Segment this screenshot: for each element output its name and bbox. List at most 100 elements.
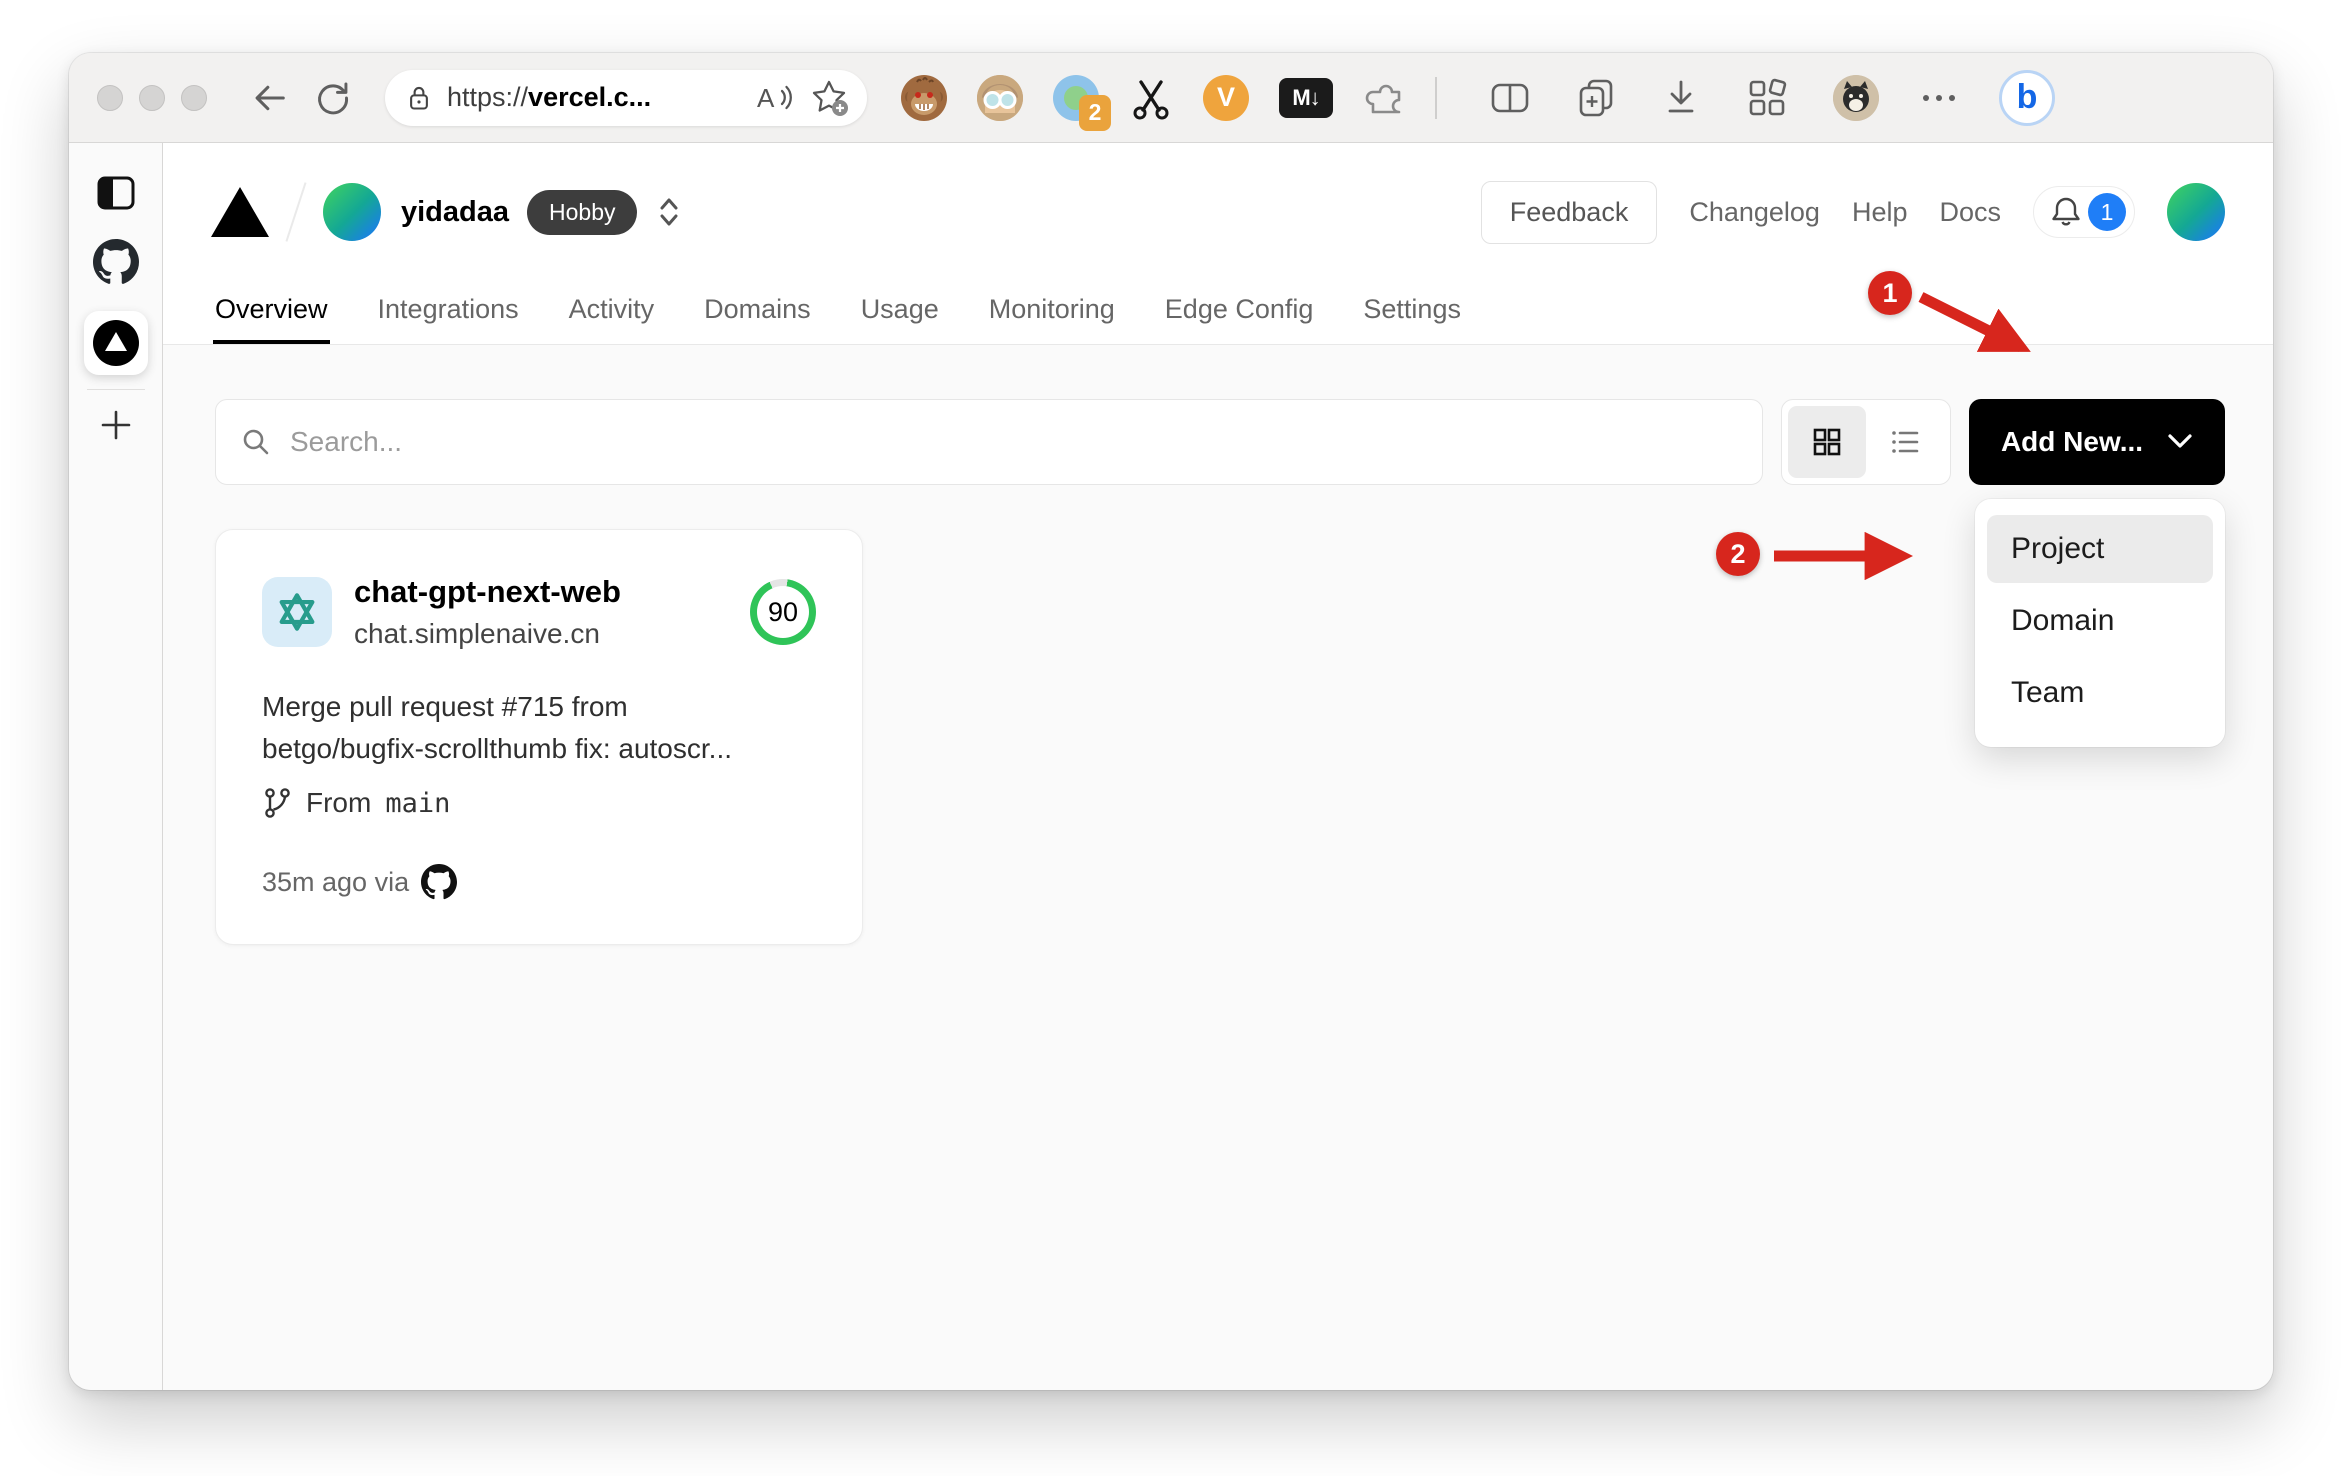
more-menu-icon[interactable] — [1923, 94, 1955, 101]
collections-icon[interactable] — [1575, 76, 1617, 120]
grid-view-button[interactable] — [1788, 406, 1866, 478]
traffic-lights — [97, 84, 207, 111]
help-link[interactable]: Help — [1852, 197, 1908, 228]
bell-icon — [2052, 197, 2080, 226]
add-new-menu: Project Domain Team — [1975, 499, 2225, 747]
tampermonkey-icon[interactable] — [901, 74, 947, 121]
address-bar[interactable]: https://vercel.c... A — [385, 69, 867, 126]
tab-vercel-active[interactable] — [83, 311, 148, 375]
notification-count-badge: 1 — [2088, 193, 2126, 231]
back-icon — [255, 85, 285, 110]
browser-action-icons: b — [1489, 69, 2055, 126]
browser-window: https://vercel.c... A 2 V M↓ b yidadaa H… — [69, 53, 2273, 1390]
list-view-button[interactable] — [1866, 406, 1944, 478]
url-text: https://vercel.c... — [447, 82, 741, 113]
user-avatar[interactable] — [2167, 183, 2225, 241]
tab-github[interactable] — [93, 239, 139, 285]
tab-settings[interactable]: Settings — [1361, 278, 1463, 344]
split-screen-icon[interactable] — [1489, 78, 1531, 118]
add-new-button[interactable]: Add New... — [1969, 399, 2225, 485]
back-button[interactable] — [247, 76, 291, 120]
tab-domains[interactable]: Domains — [702, 278, 813, 344]
tab-overview[interactable]: Overview — [213, 278, 330, 344]
chrome-body: yidadaa Hobby Feedback Changelog Help Do… — [69, 143, 2273, 1390]
read-aloud-icon[interactable]: A — [755, 80, 795, 116]
search-icon — [243, 429, 269, 455]
translate-ext-icon[interactable]: 2 — [1053, 74, 1111, 131]
extensions-puzzle-icon[interactable] — [1363, 75, 1409, 121]
chevron-down-icon — [2168, 434, 2192, 448]
add-new-label: Add New... — [2000, 426, 2144, 457]
annotation-arrow-2 — [1774, 531, 1913, 581]
project-favicon — [262, 577, 332, 647]
docs-link[interactable]: Docs — [1939, 197, 2001, 228]
plan-badge: Hobby — [527, 189, 638, 235]
close-window-button[interactable] — [97, 84, 123, 111]
list-view-icon — [1892, 431, 1919, 453]
breadcrumb-divider — [285, 182, 307, 242]
notifications-button[interactable]: 1 — [2033, 186, 2135, 238]
search-input[interactable] — [290, 426, 1738, 458]
refresh-button[interactable] — [311, 76, 355, 120]
bing-chat-icon[interactable]: b — [1999, 69, 2055, 126]
tab-activity[interactable]: Activity — [567, 278, 657, 344]
url-scheme: https:// — [447, 82, 529, 112]
svg-text:A: A — [757, 83, 775, 113]
downloads-icon[interactable] — [1661, 76, 1701, 120]
sidebar-panel-button[interactable] — [95, 173, 137, 213]
tab-strip-divider — [86, 389, 145, 390]
openai-logo-icon — [279, 593, 315, 631]
branch-row: From main — [262, 786, 816, 820]
commit-line-2: betgo/bugfix-scrollthumb fix: autoscr... — [262, 733, 732, 764]
commit-line-1: Merge pull request #715 from — [262, 691, 628, 722]
project-domain[interactable]: chat.simplenaive.cn — [354, 618, 621, 650]
vercel-dashboard-page: yidadaa Hobby Feedback Changelog Help Do… — [163, 143, 2273, 1390]
selector-chevrons-icon[interactable] — [655, 194, 683, 230]
menu-item-domain[interactable]: Domain — [1987, 587, 2213, 655]
annotation-step-2: 2 — [1716, 532, 1760, 576]
browser-toolbar: https://vercel.c... A 2 V M↓ b — [69, 53, 2273, 143]
vercel-icon — [92, 320, 139, 366]
add-favorite-icon[interactable] — [809, 78, 851, 118]
minimize-window-button[interactable] — [139, 84, 165, 111]
github-icon — [93, 239, 139, 285]
commit-message: Merge pull request #715 from betgo/bugfi… — [262, 686, 816, 770]
menu-item-team[interactable]: Team — [1987, 659, 2213, 727]
refresh-icon — [318, 81, 348, 114]
team-avatar[interactable] — [323, 183, 381, 241]
tab-edge-config[interactable]: Edge Config — [1163, 278, 1316, 344]
scissors-ext-icon[interactable] — [1129, 76, 1173, 120]
vertical-tab-strip — [69, 143, 163, 1390]
controls-row: Add New... — [215, 399, 2225, 485]
feedback-button[interactable]: Feedback — [1480, 180, 1658, 244]
video-ext-icon[interactable]: V — [1203, 74, 1249, 121]
sidebar-panel-icon — [97, 176, 134, 210]
avatar-ext-icon[interactable] — [977, 74, 1023, 121]
zoom-window-button[interactable] — [181, 84, 207, 111]
branch-name: main — [385, 787, 451, 819]
team-name[interactable]: yidadaa — [401, 196, 509, 229]
lock-icon — [410, 86, 428, 110]
url-domain: vercel.c... — [528, 82, 652, 112]
vercel-logo[interactable] — [211, 187, 269, 237]
lighthouse-score: 90 — [757, 586, 809, 638]
tab-integrations[interactable]: Integrations — [376, 278, 521, 344]
project-card[interactable]: chat-gpt-next-web chat.simplenaive.cn 90… — [215, 529, 863, 945]
browser-profile-avatar[interactable] — [1833, 74, 1879, 121]
new-tab-icon — [101, 410, 130, 440]
changelog-link[interactable]: Changelog — [1689, 197, 1820, 228]
lighthouse-score-ring: 90 — [750, 579, 816, 645]
new-tab-button[interactable] — [97, 406, 135, 444]
menu-item-project[interactable]: Project — [1987, 515, 2213, 583]
from-label: From — [306, 787, 372, 818]
project-name[interactable]: chat-gpt-next-web — [354, 574, 621, 610]
view-toggle — [1781, 399, 1951, 485]
tab-monitoring[interactable]: Monitoring — [987, 278, 1117, 344]
markdown-ext-icon[interactable]: M↓ — [1279, 77, 1333, 118]
apps-icon[interactable] — [1745, 76, 1789, 120]
deploy-meta: 35m ago via — [262, 864, 816, 900]
toolbar-divider — [1435, 76, 1437, 119]
search-box[interactable] — [215, 399, 1763, 485]
annotation-step-1: 1 — [1868, 271, 1912, 315]
tab-usage[interactable]: Usage — [859, 278, 941, 344]
